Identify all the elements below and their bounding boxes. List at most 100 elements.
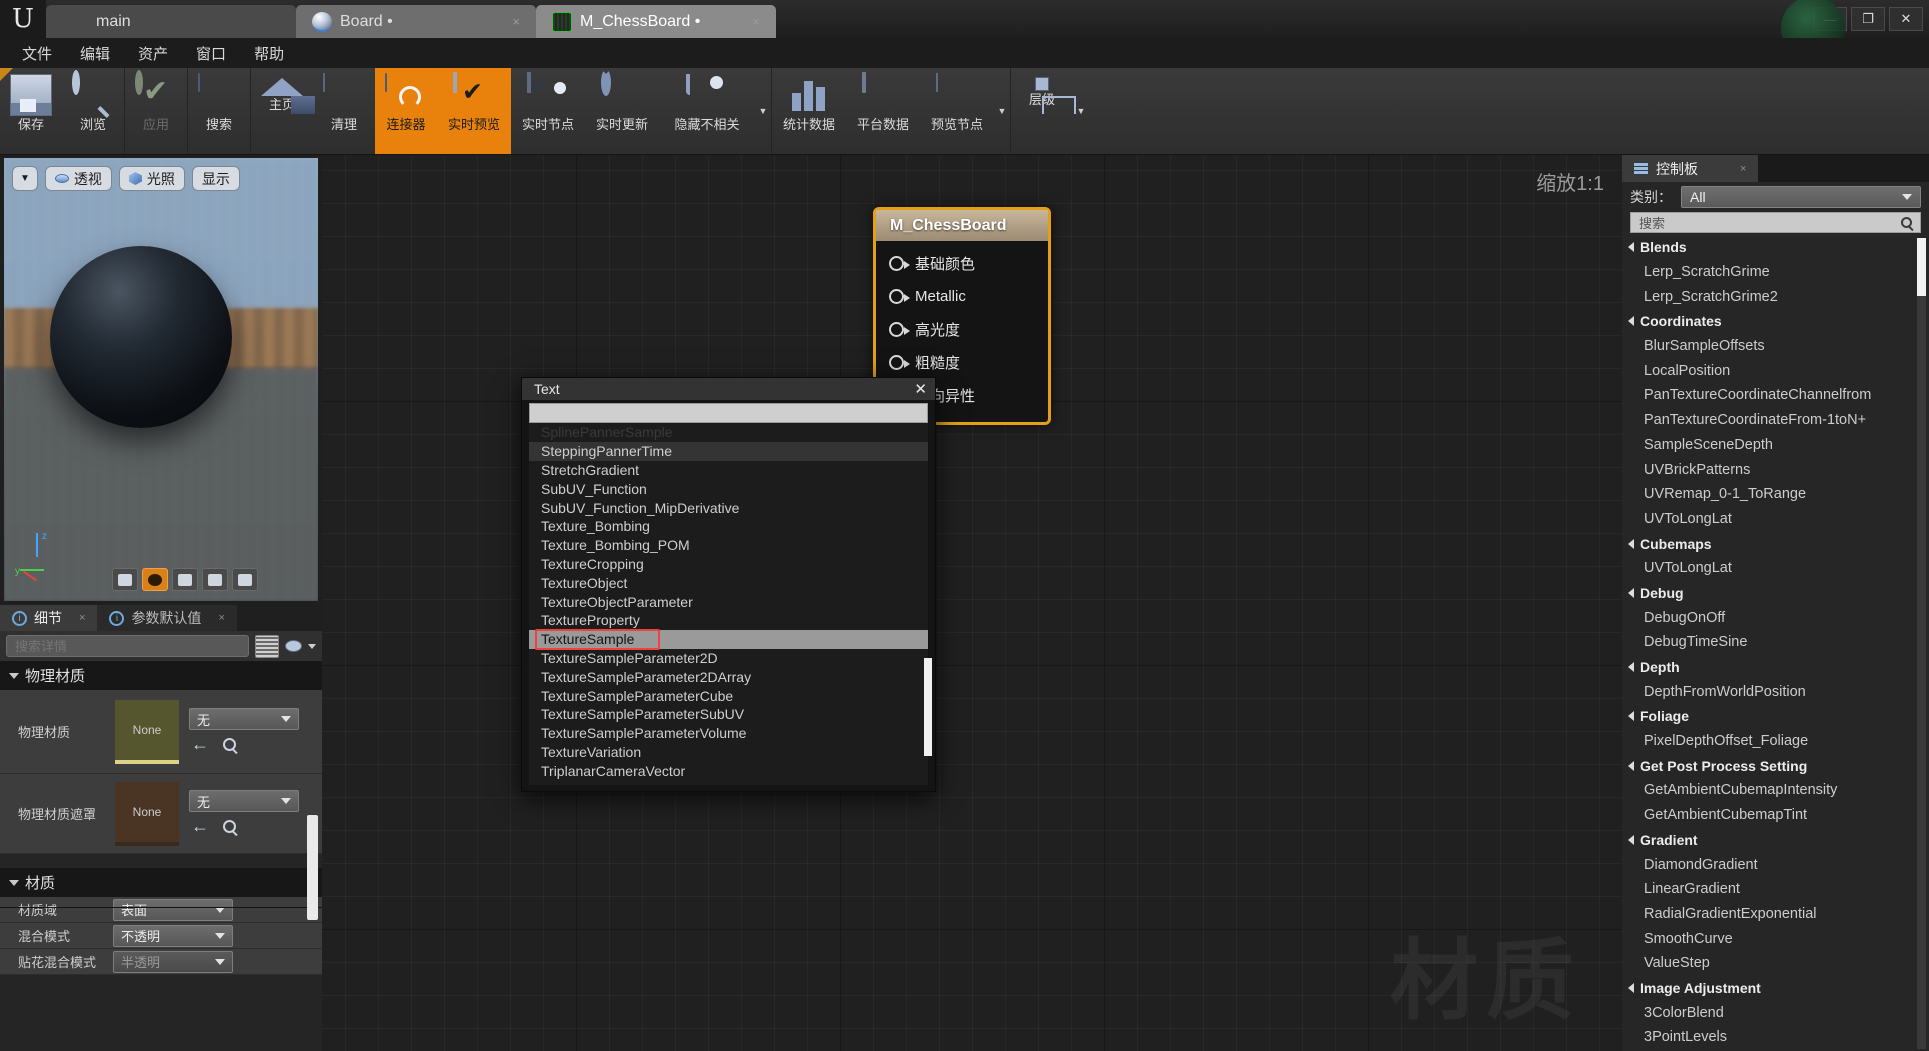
palette-group-header[interactable]: Debug bbox=[1622, 581, 1929, 606]
node-search-result-item[interactable]: TextureSampleParameterVolume bbox=[529, 724, 928, 743]
palette-node-item[interactable]: UVRemap_0-1_ToRange bbox=[1622, 482, 1929, 507]
tab-details-close-icon[interactable]: × bbox=[79, 612, 85, 624]
node-search-results-list[interactable]: SplinePannerSampleSteppingPannerTimeStre… bbox=[529, 423, 928, 785]
node-search-result-item[interactable]: TextureSampleParameterSubUV bbox=[529, 705, 928, 724]
material-domain-combo[interactable]: 表面 bbox=[113, 899, 233, 921]
viewport-show-button[interactable]: 显示 bbox=[192, 166, 240, 191]
live-preview-button[interactable]: 实时预览 bbox=[437, 68, 511, 154]
node-search-result-item[interactable]: TextureObjectParameter bbox=[529, 592, 928, 611]
search-icon[interactable] bbox=[1901, 217, 1912, 228]
close-icon[interactable]: ✕ bbox=[914, 380, 927, 398]
palette-node-item[interactable]: PanTextureCoordinateFrom-1toN+ bbox=[1622, 408, 1929, 433]
node-search-result-item[interactable]: Texture_Bombing_POM bbox=[529, 536, 928, 555]
node-search-result-item[interactable]: TriplanarCameraVector bbox=[529, 761, 928, 780]
palette-node-item[interactable]: RadialGradientExponential bbox=[1622, 902, 1929, 927]
eye-icon[interactable] bbox=[285, 640, 302, 652]
palette-group-header[interactable]: Foliage bbox=[1622, 704, 1929, 729]
hide-unrelated-chevron-down-icon[interactable]: ▼ bbox=[755, 68, 771, 154]
palette-group-header[interactable]: Image Adjustment bbox=[1622, 976, 1929, 1001]
tab-main[interactable]: main bbox=[46, 5, 296, 38]
home-button[interactable]: 主页 bbox=[251, 68, 313, 154]
palette-node-item[interactable]: PixelDepthOffset_Foliage bbox=[1622, 729, 1929, 754]
viewport-lit-button[interactable]: 光照 bbox=[119, 166, 185, 191]
browse-button[interactable]: 浏览 bbox=[62, 68, 124, 154]
pin-connector-icon[interactable] bbox=[889, 355, 904, 370]
preview-shape-sphere[interactable] bbox=[142, 568, 168, 591]
preview-shape-cylinder[interactable] bbox=[112, 568, 138, 591]
palette-node-item[interactable]: DepthFromWorldPosition bbox=[1622, 679, 1929, 704]
palette-node-item[interactable]: DebugTimeSine bbox=[1622, 630, 1929, 655]
tab-board[interactable]: Board • × bbox=[296, 5, 536, 38]
palette-node-item[interactable]: 3ColorBlend bbox=[1622, 1000, 1929, 1025]
palette-group-header[interactable]: Get Post Process Setting bbox=[1622, 753, 1929, 778]
search-button[interactable]: 搜索 bbox=[188, 68, 250, 154]
platform-stats-button[interactable]: 平台数据 bbox=[846, 68, 920, 154]
palette-scrollbar-thumb[interactable] bbox=[1917, 238, 1926, 296]
node-search-result-item[interactable]: TextureSample bbox=[529, 630, 928, 649]
menu-asset[interactable]: 资产 bbox=[126, 39, 180, 68]
live-nodes-button[interactable]: 实时节点 bbox=[511, 68, 585, 154]
menu-window[interactable]: 窗口 bbox=[184, 39, 238, 68]
tab-board-close-icon[interactable]: × bbox=[490, 14, 520, 29]
viewport-options-menu[interactable]: ▼ bbox=[12, 166, 38, 191]
node-search-result-item[interactable]: SubUV_Function_MipDerivative bbox=[529, 498, 928, 517]
details-search-input[interactable] bbox=[6, 635, 249, 657]
preview-shape-custom-mesh[interactable] bbox=[232, 568, 258, 591]
physical-material-mask-combo[interactable]: 无 bbox=[189, 790, 299, 812]
grid-view-icon[interactable] bbox=[255, 635, 279, 658]
blend-mode-combo[interactable]: 不透明 bbox=[113, 925, 233, 947]
browse-asset-icon[interactable] bbox=[223, 738, 236, 751]
palette-category-combo[interactable]: All bbox=[1681, 186, 1921, 208]
palette-node-item[interactable]: UVToLongLat bbox=[1622, 507, 1929, 532]
palette-node-item[interactable]: Lerp_ScratchGrime bbox=[1622, 260, 1929, 285]
pin-connector-icon[interactable] bbox=[889, 322, 904, 337]
asset-thumbnail[interactable]: None bbox=[115, 700, 179, 764]
palette-node-item[interactable]: 3PointLevels bbox=[1622, 1025, 1929, 1050]
palette-node-item[interactable]: LinearGradient bbox=[1622, 877, 1929, 902]
palette-node-item[interactable]: UVToLongLat bbox=[1622, 556, 1929, 581]
node-search-result-item[interactable]: TwoSidedTexturing bbox=[529, 780, 928, 785]
palette-node-item[interactable]: GetAmbientCubemapTint bbox=[1622, 803, 1929, 828]
save-button[interactable]: 保存 bbox=[0, 68, 62, 154]
node-search-scrollbar-thumb[interactable] bbox=[924, 658, 932, 756]
node-search-result-item[interactable]: Texture_Bombing bbox=[529, 517, 928, 536]
connectors-button[interactable]: 连接器 bbox=[375, 68, 437, 154]
palette-node-list[interactable]: BlendsLerp_ScratchGrimeLerp_ScratchGrime… bbox=[1622, 235, 1929, 1051]
details-section-material[interactable]: 材质 bbox=[0, 868, 322, 897]
close-button[interactable]: ✕ bbox=[1889, 7, 1923, 31]
node-search-result-item[interactable]: StretchGradient bbox=[529, 461, 928, 480]
palette-node-item[interactable]: Lerp_ScratchGrime2 bbox=[1622, 284, 1929, 309]
palette-node-item[interactable]: SmoothCurve bbox=[1622, 926, 1929, 951]
node-pin-specular[interactable]: 高光度 bbox=[876, 313, 1048, 346]
palette-node-item[interactable]: DebugOnOff bbox=[1622, 605, 1929, 630]
tab-palette-close-icon[interactable]: × bbox=[1740, 163, 1746, 175]
tab-parameter-defaults-close-icon[interactable]: × bbox=[218, 612, 224, 624]
node-pin-metallic[interactable]: Metallic bbox=[876, 280, 1048, 313]
palette-group-header[interactable]: Blends bbox=[1622, 235, 1929, 260]
maximize-button[interactable]: ❐ bbox=[1851, 7, 1885, 31]
palette-group-header[interactable]: Coordinates bbox=[1622, 309, 1929, 334]
tab-m-chessboard[interactable]: M_ChessBoard • × bbox=[536, 5, 776, 38]
material-graph-canvas[interactable]: 缩放1:1 材质 M_ChessBoard 基础颜色 Metallic 高光度 … bbox=[322, 155, 1622, 1051]
node-search-result-item[interactable]: TextureCropping bbox=[529, 555, 928, 574]
tab-palette[interactable]: 控制板 × bbox=[1622, 155, 1758, 182]
clean-button[interactable]: 清理 bbox=[313, 68, 375, 154]
menu-edit[interactable]: 编辑 bbox=[68, 39, 122, 68]
preview-shape-plane[interactable] bbox=[172, 568, 198, 591]
node-search-popup[interactable]: Text ✕ SplinePannerSampleSteppingPannerT… bbox=[521, 377, 936, 792]
palette-node-item[interactable]: ValueStep bbox=[1622, 951, 1929, 976]
viewport-perspective-button[interactable]: 透视 bbox=[45, 166, 112, 191]
node-search-result-item[interactable]: SteppingPannerTime bbox=[529, 442, 928, 461]
palette-scrollbar[interactable] bbox=[1917, 238, 1926, 1049]
node-search-result-item[interactable]: SplinePannerSample bbox=[529, 423, 928, 442]
palette-search-bar[interactable]: 搜索 bbox=[1630, 212, 1921, 233]
reset-arrow-icon[interactable]: ← bbox=[191, 734, 209, 755]
palette-group-header[interactable]: Gradient bbox=[1622, 828, 1929, 853]
node-search-result-item[interactable]: TextureProperty bbox=[529, 611, 928, 630]
palette-node-item[interactable]: LocalPosition bbox=[1622, 358, 1929, 383]
tab-details[interactable]: i 细节 × bbox=[0, 605, 97, 631]
pin-connector-icon[interactable] bbox=[889, 289, 904, 304]
palette-node-item[interactable]: DiamondGradient bbox=[1622, 852, 1929, 877]
node-search-result-item[interactable]: TextureSampleParameter2DArray bbox=[529, 667, 928, 686]
chevron-down-icon[interactable] bbox=[308, 644, 316, 649]
